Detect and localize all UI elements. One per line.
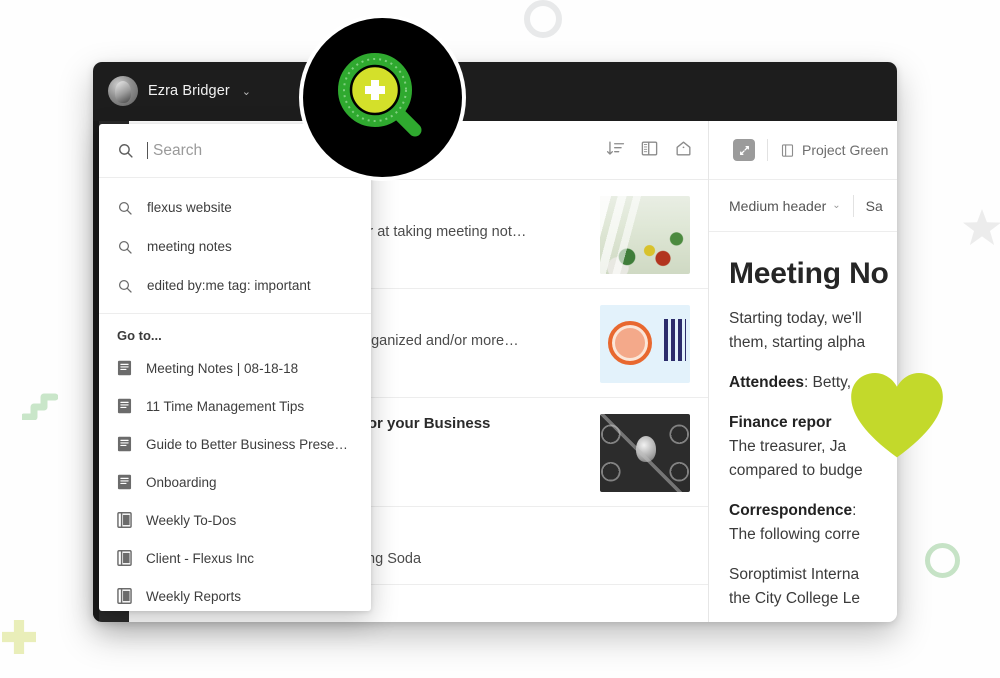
closing-line: Soroptimist Interna [729,566,860,584]
note-thumbnail [600,196,690,274]
suggestion-label: meeting notes [147,239,232,254]
note-icon [117,474,132,490]
search-suggestion-item[interactable]: flexus website [99,188,371,227]
finance-line: The treasurer, Ja [729,438,847,456]
notebook-icon [117,588,132,604]
text-caret [147,142,148,159]
user-menu[interactable]: Ezra Bridger ⌄ [108,76,251,106]
note-icon [117,360,132,376]
paragraph-style-select[interactable]: Medium header ⌄ [729,198,841,214]
star-gray-decoration [963,209,1000,246]
goto-label: Guide to Better Business Prese… [146,436,348,452]
user-name: Ezra Bridger [148,83,230,99]
goto-item[interactable]: Client - Flexus Inc [99,539,371,577]
goto-label: Meeting Notes | 08-18-18 [146,360,299,376]
suggestion-label: flexus website [147,200,232,215]
goto-item[interactable]: Onboarding [99,463,371,501]
search-suggestions[interactable]: flexus website meeting notes edited by:m… [99,178,371,314]
expand-icon[interactable] [733,139,755,161]
toolbar-divider [767,139,768,161]
layout-view-icon[interactable] [640,139,659,158]
editor-column: Project Green Medium header ⌄ Sa Meeting… [709,121,897,622]
stairs-green-decoration [22,393,58,420]
note-thumbnail [600,305,690,383]
search-input[interactable]: Search [147,142,202,160]
screenshot-canvas: Ezra Bridger ⌄ at taking meeting not… or… [0,0,1000,678]
correspondence-body: The following corre [729,526,860,544]
note-icon [117,436,132,452]
correspondence-heading: Correspondence [729,502,853,520]
note-editor-body[interactable]: Meeting No Starting today, we'll them, s… [709,233,897,622]
search-suggestion-item[interactable]: meeting notes [99,227,371,266]
paragraph-style-label: Medium header [729,197,827,214]
goto-label: Onboarding [146,474,217,490]
attendees-label: Attendees [729,374,804,392]
goto-item[interactable]: 11 Time Management Tips [99,387,371,425]
search-icon [118,240,132,254]
goto-item[interactable]: Guide to Better Business Prese… [99,425,371,463]
font-family-select[interactable]: Sa [866,198,883,214]
search-icon [118,201,132,215]
avatar [108,76,138,106]
editor-toolbar: Project Green [709,121,897,180]
format-toolbar: Medium header ⌄ Sa [709,180,897,232]
window-titlebar: Ezra Bridger ⌄ [93,62,897,121]
goto-item[interactable]: Meeting Notes | 08-18-18 [99,349,371,387]
goto-label: Weekly To-Dos [146,512,237,528]
correspondence-line: Correspondence: [729,499,897,523]
chevron-down-icon: ⌄ [832,200,841,211]
attendees-value: : Betty, [803,374,852,392]
goto-item[interactable]: Weekly To-Dos [99,501,371,539]
search-placeholder: Search [153,141,203,159]
finance-heading: Finance repor [729,414,832,432]
chevron-down-icon: ⌄ [241,85,252,98]
sort-icon[interactable] [606,139,625,158]
tag-icon[interactable] [674,139,693,158]
magnifier-badge [303,18,462,177]
notebook-name: Project Green [802,142,889,158]
notebook-icon [117,550,132,566]
font-family-label: Sa [865,197,883,214]
note-paragraph: Starting today, we'll [729,310,862,327]
notebook-icon [781,143,794,157]
suggestion-label: edited by:me tag: important [147,278,311,293]
goto-label: Client - Flexus Inc [146,550,255,566]
note-thumbnail [600,414,690,492]
correspondence-colon: : [852,502,857,520]
ring-gray-decoration [524,0,562,38]
goto-list[interactable]: Meeting Notes | 08-18-18 11 Time Managem… [99,349,371,611]
notebook-chip[interactable]: Project Green [780,142,888,158]
search-icon [118,279,132,293]
goto-item[interactable]: Weekly Reports [99,577,371,611]
notebook-icon [117,512,132,528]
goto-section-heading: Go to... [117,328,162,343]
magnifier-plus-icon [337,52,421,136]
search-icon [119,144,133,158]
note-icon [117,398,132,414]
goto-label: Weekly Reports [146,588,242,604]
plus-yellow-decoration [2,620,36,654]
note-document-title: Meeting No [729,257,889,290]
ring-green-decoration [925,543,960,578]
attendees-line: Attendees: Betty, [729,371,897,395]
search-dropdown-panel[interactable]: Search flexus website meeting notes edit… [99,124,371,611]
closing-line: the City College Le [729,590,860,608]
search-suggestion-item[interactable]: edited by:me tag: important [99,266,371,305]
finance-line: compared to budge [729,462,863,480]
format-divider [852,194,854,217]
note-paragraph: them, starting alpha [729,334,866,352]
goto-label: 11 Time Management Tips [146,398,305,414]
